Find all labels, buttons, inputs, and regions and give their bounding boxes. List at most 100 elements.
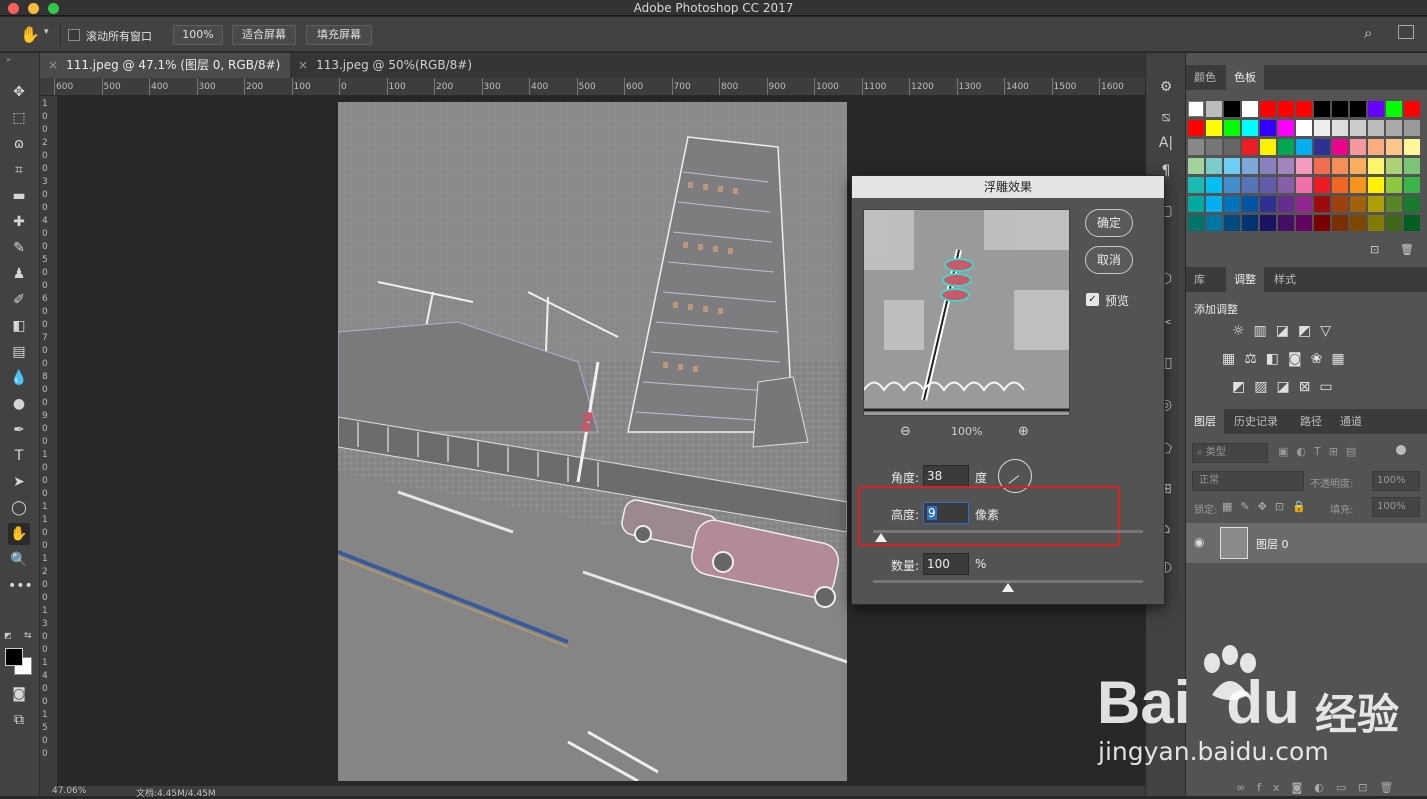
color-swatch[interactable]	[1242, 158, 1258, 174]
lock-icons[interactable]: ▦✎✥⊡🔒	[1222, 500, 1314, 513]
blur-tool-icon[interactable]: 💧	[8, 367, 30, 389]
color-swatch[interactable]	[1350, 139, 1366, 155]
color-swatch[interactable]	[1332, 101, 1348, 117]
color-swatch[interactable]	[1386, 158, 1402, 174]
color-swatch[interactable]	[1260, 196, 1276, 212]
lasso-tool-icon[interactable]: ɷ	[8, 133, 30, 155]
color-swatch[interactable]	[1206, 215, 1222, 231]
color-swatch[interactable]	[1296, 101, 1312, 117]
color-swatch[interactable]	[1314, 120, 1330, 136]
search-icon[interactable]: ⌕	[1364, 24, 1372, 42]
color-swatch[interactable]	[1278, 158, 1294, 174]
eye-icon[interactable]: ◉	[1194, 535, 1204, 549]
color-swatch[interactable]	[1332, 177, 1348, 193]
color-swatch[interactable]	[1206, 120, 1222, 136]
zoom-out-icon[interactable]: ⊖	[900, 424, 911, 439]
color-swatch[interactable]	[1296, 196, 1312, 212]
color-swatch[interactable]	[1386, 120, 1402, 136]
color-swatch[interactable]	[1296, 177, 1312, 193]
marquee-tool-icon[interactable]: ⬚	[8, 107, 30, 129]
fill-input[interactable]: 100%	[1372, 497, 1420, 517]
color-swatch[interactable]	[1350, 101, 1366, 117]
tab-color[interactable]: 颜色	[1186, 65, 1224, 90]
color-swatch[interactable]	[1224, 120, 1240, 136]
color-swatch[interactable]	[1242, 196, 1258, 212]
color-swatch[interactable]	[1296, 158, 1312, 174]
status-zoom[interactable]: 47.06%	[52, 786, 86, 796]
color-swatch[interactable]	[1206, 158, 1222, 174]
color-swatch[interactable]	[1314, 177, 1330, 193]
color-swatch[interactable]	[1242, 120, 1258, 136]
ok-button[interactable]: 确定	[1085, 209, 1133, 237]
healing-brush-tool-icon[interactable]: ✚	[8, 211, 30, 233]
color-swatch[interactable]	[1278, 215, 1294, 231]
color-swatch[interactable]	[1224, 158, 1240, 174]
color-swatch[interactable]	[1278, 196, 1294, 212]
color-swatch[interactable]	[1350, 215, 1366, 231]
close-tab-icon[interactable]: ×	[48, 58, 58, 72]
hand-tool-icon[interactable]: ✋	[20, 25, 42, 45]
delete-swatch-icon[interactable]: 🗑	[1400, 243, 1414, 256]
color-swatch[interactable]	[1224, 139, 1240, 155]
document-canvas[interactable]	[338, 102, 847, 781]
color-swatch[interactable]	[1314, 139, 1330, 155]
scroll-all-checkbox[interactable]	[68, 29, 80, 41]
color-swatch[interactable]	[1224, 196, 1240, 212]
tab-document-111[interactable]: ×111.jpeg @ 47.1% (图层 0, RGB/8#) *	[40, 53, 290, 97]
color-swatch[interactable]	[1368, 120, 1384, 136]
tool-preset-chevron-down-icon[interactable]: ▾	[44, 27, 49, 37]
color-swatch[interactable]	[1260, 177, 1276, 193]
color-swatch[interactable]	[1350, 158, 1366, 174]
blend-mode-select[interactable]: 正常	[1192, 471, 1304, 491]
zoom-window-button[interactable]	[48, 3, 59, 14]
color-swatch[interactable]	[1332, 158, 1348, 174]
quick-mask-icon[interactable]: ◙	[8, 683, 30, 705]
color-swatch[interactable]	[1404, 101, 1420, 117]
swap-colors-icon[interactable]: ⇆	[24, 631, 32, 641]
preview-image[interactable]	[863, 209, 1070, 416]
zoom-in-icon[interactable]: ⊕	[1018, 424, 1029, 439]
tab-layers[interactable]: 图层	[1186, 409, 1224, 434]
preview-checkbox[interactable]: ✓	[1086, 293, 1099, 306]
color-swatch[interactable]	[1404, 215, 1420, 231]
screen-mode-icon[interactable]: ⧉	[8, 709, 30, 731]
stamp-tool-icon[interactable]: ♟	[8, 263, 30, 285]
angle-input[interactable]: 38	[923, 465, 969, 487]
close-window-button[interactable]	[8, 3, 19, 14]
tab-swatches[interactable]: 色板	[1226, 65, 1264, 90]
layer-filter-icons[interactable]: ▣◐T⊞▤	[1278, 445, 1364, 458]
color-swatch[interactable]	[1260, 158, 1276, 174]
ruler-tool-icon[interactable]: ▬	[8, 185, 30, 207]
fill-screen-button[interactable]: 填充屏幕	[306, 25, 372, 45]
color-swatch[interactable]	[1242, 139, 1258, 155]
color-swatch[interactable]	[1350, 196, 1366, 212]
dodge-tool-icon[interactable]: ●	[8, 393, 30, 415]
color-swatch[interactable]	[1206, 196, 1222, 212]
default-colors-icon[interactable]: ◩	[4, 631, 12, 640]
type-tool-icon[interactable]: T	[8, 445, 30, 467]
paths-icon[interactable]: ⧅	[1156, 107, 1176, 127]
color-swatch[interactable]	[1314, 196, 1330, 212]
path-selection-tool-icon[interactable]: ➤	[8, 471, 30, 493]
layer-filter-select[interactable]: ⌕ 类型	[1192, 443, 1268, 463]
close-tab-icon[interactable]: ×	[298, 58, 308, 72]
color-swatch[interactable]	[1404, 158, 1420, 174]
filter-toggle[interactable]	[1396, 445, 1406, 455]
color-swatch[interactable]	[1314, 158, 1330, 174]
color-swatch[interactable]	[1188, 158, 1204, 174]
new-swatch-icon[interactable]: ⊡	[1370, 243, 1379, 256]
color-swatch[interactable]	[1386, 196, 1402, 212]
color-swatch[interactable]	[1368, 101, 1384, 117]
color-swatch[interactable]	[1242, 177, 1258, 193]
color-swatch[interactable]	[1278, 177, 1294, 193]
color-swatch[interactable]	[1332, 196, 1348, 212]
foreground-color-swatch[interactable]	[5, 648, 23, 666]
color-swatch[interactable]	[1404, 120, 1420, 136]
tab-document-113[interactable]: ×113.jpeg @ 50%(RGB/8#) *	[290, 53, 480, 97]
tab-history[interactable]: 历史记录	[1226, 409, 1286, 434]
color-swatch[interactable]	[1314, 101, 1330, 117]
crop-tool-icon[interactable]: ⌗	[8, 159, 30, 181]
color-swatch[interactable]	[1188, 196, 1204, 212]
color-swatch[interactable]	[1206, 177, 1222, 193]
color-swatch[interactable]	[1260, 120, 1276, 136]
